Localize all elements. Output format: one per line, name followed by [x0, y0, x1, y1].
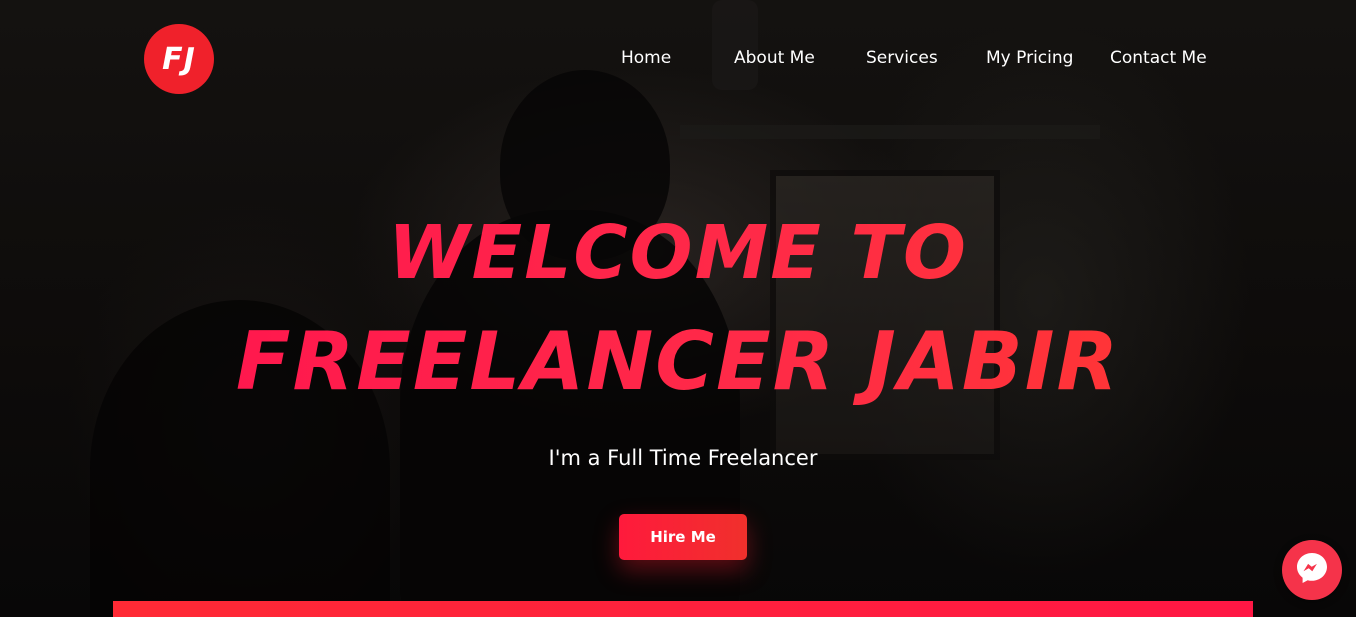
- nav-item-home[interactable]: Home: [621, 48, 671, 68]
- section-accent-bar: [113, 601, 1253, 617]
- nav-item-my-pricing[interactable]: My Pricing: [986, 48, 1073, 68]
- hero-headline-line2: Freelancer Jabir: [0, 314, 1356, 410]
- hire-me-button[interactable]: Hire Me: [619, 514, 747, 560]
- nav-item-about-me[interactable]: About Me: [734, 48, 815, 68]
- messenger-chat-button[interactable]: [1282, 540, 1342, 600]
- background-speaker: [712, 0, 758, 90]
- background-shelf: [680, 125, 1100, 139]
- site-logo[interactable]: FJ: [144, 24, 214, 94]
- hero-subtitle: I'm a Full Time Freelancer: [548, 446, 818, 470]
- nav-item-services[interactable]: Services: [866, 48, 938, 68]
- nav-item-contact-me[interactable]: Contact Me: [1110, 48, 1207, 68]
- messenger-icon: [1295, 551, 1329, 590]
- hero-headline-line1: Welcome to: [0, 208, 1356, 298]
- logo-text: FJ: [162, 41, 196, 77]
